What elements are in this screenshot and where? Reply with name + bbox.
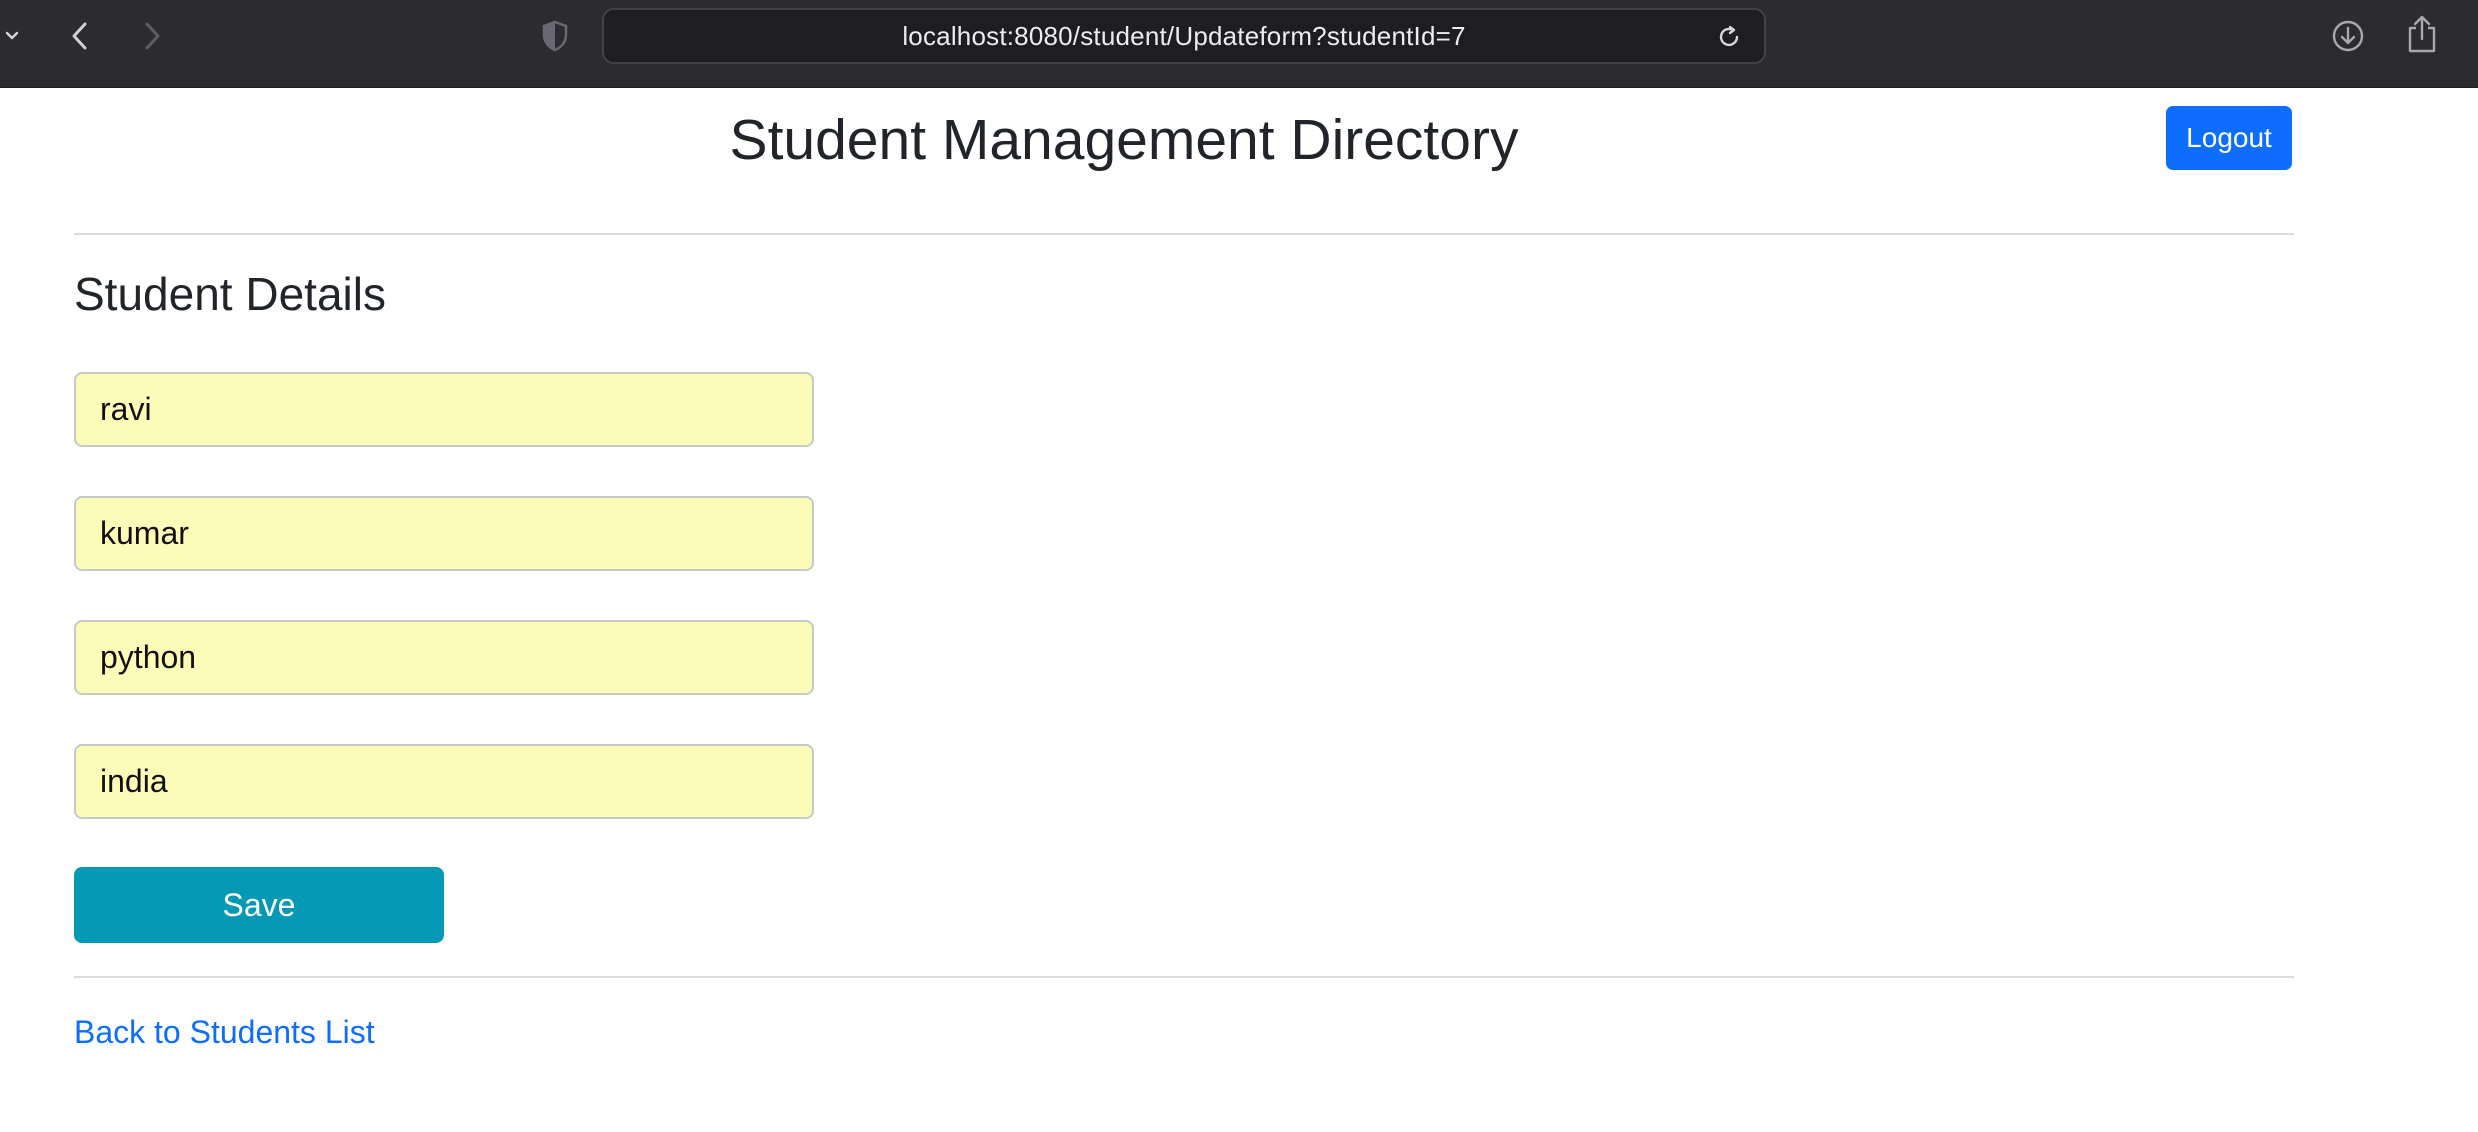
browser-toolbar: localhost:8080/student/Updateform?studen… xyxy=(0,0,2478,88)
course-field[interactable] xyxy=(74,620,814,695)
share-icon[interactable] xyxy=(2402,10,2442,58)
country-field[interactable] xyxy=(74,744,814,819)
back-button[interactable] xyxy=(60,14,100,58)
logout-button[interactable]: Logout xyxy=(2166,106,2292,170)
divider xyxy=(74,976,2294,978)
shield-icon[interactable] xyxy=(535,16,575,56)
save-button[interactable]: Save xyxy=(74,867,444,943)
page-title: Student Management Directory xyxy=(729,108,1519,172)
chevron-right-icon xyxy=(145,22,160,50)
download-icon[interactable] xyxy=(2328,14,2368,58)
section-title: Student Details xyxy=(74,268,386,320)
chevron-down-icon[interactable] xyxy=(0,20,24,52)
back-to-list-link[interactable]: Back to Students List xyxy=(74,1014,375,1051)
divider xyxy=(74,233,2294,235)
reload-icon[interactable] xyxy=(1712,20,1746,54)
forward-button[interactable] xyxy=(132,14,172,58)
url-text[interactable]: localhost:8080/student/Updateform?studen… xyxy=(902,21,1465,52)
page-content: Student Management Directory Logout Stud… xyxy=(0,89,2478,1132)
first-name-field[interactable] xyxy=(74,372,814,447)
address-bar[interactable]: localhost:8080/student/Updateform?studen… xyxy=(602,8,1766,64)
chevron-left-icon xyxy=(72,22,87,50)
last-name-field[interactable] xyxy=(74,496,814,571)
